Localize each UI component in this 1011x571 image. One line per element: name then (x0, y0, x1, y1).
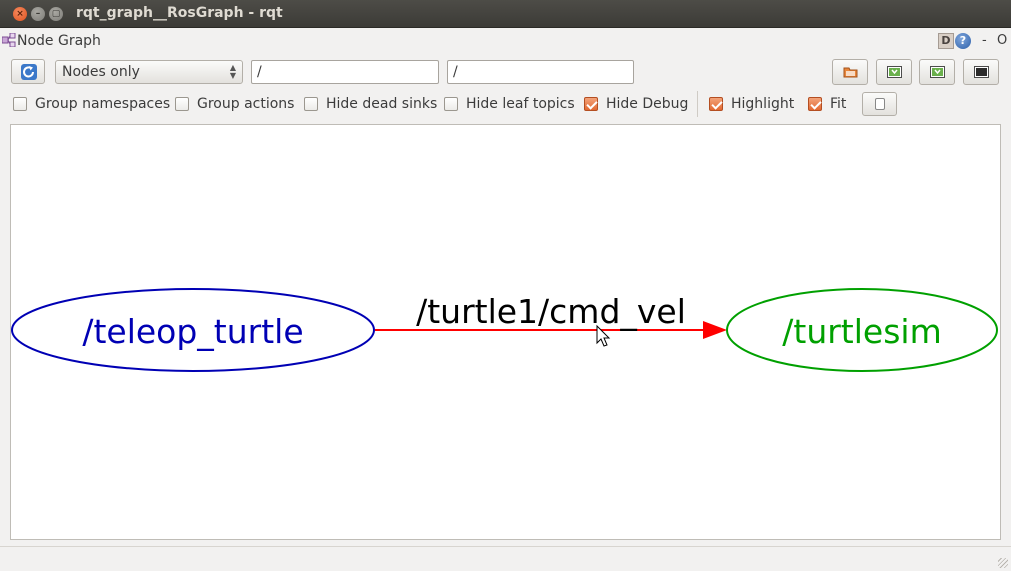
fit-view-icon (875, 98, 885, 110)
hide-debug-checkbox[interactable]: Hide Debug (584, 96, 688, 112)
checkbox-box[interactable] (709, 97, 723, 111)
updown-arrows-icon: ▲ ▼ (229, 63, 236, 80)
checkbox-label: Hide leaf topics (466, 96, 575, 112)
checkbox-box[interactable] (175, 97, 189, 111)
node-graph-icon (2, 33, 16, 47)
topic-label[interactable]: /turtle1/cmd_vel (416, 292, 686, 331)
graph-mode-value: Nodes only (62, 64, 140, 80)
help-icon[interactable]: ? (955, 33, 971, 49)
window-minimize-button[interactable]: – (31, 7, 45, 21)
toolbar-separator (697, 91, 698, 117)
checkbox-label: Group actions (197, 96, 295, 112)
hide-dead-sinks-checkbox[interactable]: Hide dead sinks (304, 96, 437, 112)
graph-mode-select[interactable]: Nodes only ▲ ▼ (55, 60, 243, 84)
refresh-icon (21, 64, 37, 80)
save-image-button[interactable] (963, 59, 999, 85)
save-svg-icon (930, 66, 945, 78)
refresh-button[interactable] (11, 59, 45, 84)
topic-filter-input[interactable]: / (447, 60, 634, 84)
checkbox-box[interactable] (808, 97, 822, 111)
checkbox-label: Fit (830, 96, 847, 112)
open-file-icon (843, 67, 858, 78)
namespace-filter-input[interactable]: / (251, 60, 439, 84)
save-svg-button[interactable] (919, 59, 955, 85)
load-dot-button[interactable] (832, 59, 868, 85)
window-titlebar: × – ▢ rqt_graph__RosGraph - rqt (0, 0, 1011, 28)
dock-title: Node Graph (17, 33, 101, 49)
hide-leaf-topics-checkbox[interactable]: Hide leaf topics (444, 96, 575, 112)
highlight-checkbox[interactable]: Highlight (709, 96, 794, 112)
graph-svg: /turtle1/cmd_vel /teleop_turtle /turtles… (11, 288, 998, 372)
dock-minimize-button[interactable]: - (982, 33, 987, 48)
group-actions-checkbox[interactable]: Group actions (175, 96, 294, 112)
checkbox-label: Hide Debug (606, 96, 689, 112)
dock-options-button[interactable]: O (997, 33, 1007, 48)
edge-arrowhead (703, 321, 727, 339)
checkbox-label: Highlight (731, 96, 795, 112)
screenshot-icon (974, 66, 989, 78)
window-maximize-button[interactable]: ▢ (49, 7, 63, 21)
fit-in-view-button[interactable] (862, 92, 897, 116)
dock-debug-button[interactable]: D (938, 33, 954, 49)
checkbox-label: Hide dead sinks (326, 96, 438, 112)
checkbox-box[interactable] (444, 97, 458, 111)
save-dot-icon (887, 66, 902, 78)
checkbox-box[interactable] (13, 97, 27, 111)
checkbox-label: Group namespaces (35, 96, 171, 112)
fit-checkbox[interactable]: Fit (808, 96, 846, 112)
node-label: /teleop_turtle (82, 312, 303, 351)
window-title: rqt_graph__RosGraph - rqt (76, 5, 283, 21)
node-label: /turtlesim (782, 312, 941, 351)
window-close-button[interactable]: × (13, 7, 27, 21)
dock-header: Node Graph D ? - O (0, 29, 1011, 53)
resize-grip-icon[interactable] (998, 558, 1008, 568)
status-bar (0, 546, 1011, 571)
group-namespaces-checkbox[interactable]: Group namespaces (13, 96, 170, 112)
checkbox-box[interactable] (304, 97, 318, 111)
save-dot-button[interactable] (876, 59, 912, 85)
checkbox-box[interactable] (584, 97, 598, 111)
graph-canvas[interactable]: /turtle1/cmd_vel /teleop_turtle /turtles… (10, 124, 1001, 540)
